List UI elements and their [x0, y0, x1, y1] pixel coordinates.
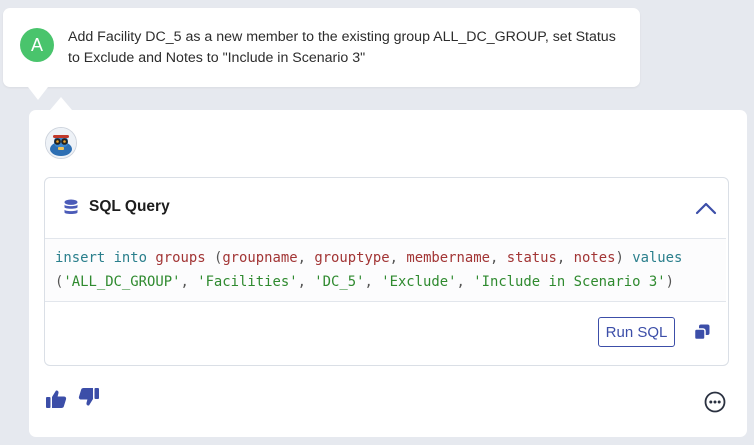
bot-response-card: SQL Query insert into groups (groupname,…	[29, 110, 747, 437]
sql-keyword-insert: insert	[55, 250, 106, 266]
sql-panel-header[interactable]: SQL Query	[45, 178, 728, 238]
thumbs-up-icon	[46, 390, 67, 408]
sql-code: insert into groups (groupname, grouptype…	[55, 250, 683, 290]
sql-column-grouptype: grouptype	[314, 250, 390, 266]
user-avatar: A	[20, 28, 54, 62]
sql-query-panel: SQL Query insert into groups (groupname,…	[44, 177, 729, 366]
sql-keyword-into: into	[113, 250, 148, 266]
sql-panel-title: SQL Query	[89, 198, 170, 215]
more-options-icon	[704, 391, 726, 413]
user-message-bubble: A Add Facility DC_5 as a new member to t…	[3, 8, 640, 100]
sql-value-grouptype: 'Facilities'	[197, 274, 298, 290]
more-options-button[interactable]	[704, 391, 726, 418]
collapse-button[interactable]	[692, 196, 720, 220]
sql-keyword-values: values	[632, 250, 683, 266]
sql-column-notes: notes	[573, 250, 616, 266]
robot-avatar-icon	[45, 127, 77, 159]
sql-value-status: 'Exclude'	[381, 274, 457, 290]
sql-column-status: status	[506, 250, 557, 266]
copy-icon	[693, 324, 710, 341]
sql-value-membername: 'DC_5'	[314, 274, 365, 290]
sql-value-groupname: 'ALL_DC_GROUP'	[63, 274, 181, 290]
thumbs-down-button[interactable]	[78, 387, 100, 412]
chevron-up-icon	[695, 202, 717, 215]
copy-button[interactable]	[693, 323, 711, 341]
bot-bubble-notch	[50, 97, 72, 110]
sql-column-membername: membername	[406, 250, 490, 266]
database-icon	[63, 199, 79, 221]
sql-code-block: insert into groups (groupname, grouptype…	[45, 238, 726, 302]
user-message-text: Add Facility DC_5 as a new member to the…	[68, 29, 616, 66]
sql-value-notes: 'Include in Scenario 3'	[473, 274, 666, 290]
sql-column-groupname: groupname	[222, 250, 298, 266]
sql-close-paren: )	[615, 250, 624, 266]
thumbs-up-button[interactable]	[45, 389, 67, 414]
thumbs-down-icon	[78, 388, 99, 406]
sql-table-name: groups	[155, 250, 206, 266]
sql-open-paren: (	[205, 250, 223, 266]
run-sql-button[interactable]: Run SQL	[598, 317, 675, 347]
